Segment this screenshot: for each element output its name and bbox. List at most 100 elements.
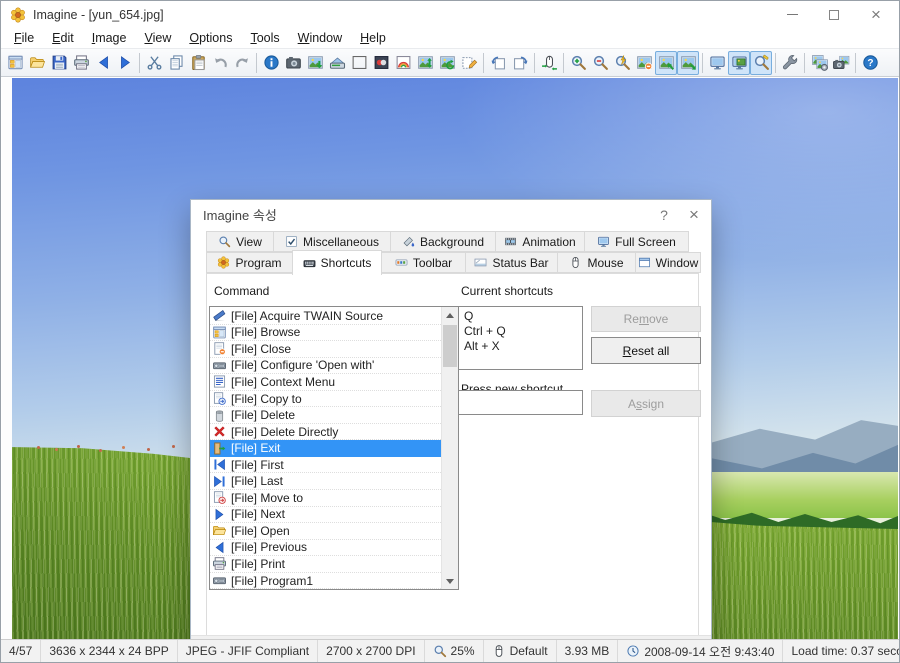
zoom-custom-button[interactable] — [611, 51, 633, 75]
shortcut-item[interactable]: Ctrl + Q — [464, 324, 577, 339]
minimize-button[interactable] — [771, 1, 813, 28]
menu-window[interactable]: Window — [289, 29, 351, 47]
menu-options[interactable]: Options — [180, 29, 241, 47]
new-shortcut-input[interactable] — [458, 390, 583, 415]
open-button[interactable] — [26, 51, 48, 75]
command-list[interactable]: [File] Acquire TWAIN Source[File] Browse… — [209, 306, 459, 590]
tab-full-screen[interactable]: Full Screen — [584, 231, 689, 252]
scrollbar-thumb[interactable] — [443, 325, 457, 367]
fit-window-button[interactable] — [633, 51, 655, 75]
copyto-icon — [212, 391, 227, 406]
command-item[interactable]: [File] Context Menu — [210, 374, 441, 391]
close-button[interactable]: × — [855, 1, 897, 28]
fit-to-screen-button[interactable] — [655, 51, 677, 75]
command-item[interactable]: [File] Last — [210, 473, 441, 490]
menu-tools[interactable]: Tools — [241, 29, 288, 47]
next-button[interactable] — [114, 51, 136, 75]
batch-rename-button[interactable] — [458, 51, 480, 75]
tab-shortcuts[interactable]: Shortcuts — [292, 250, 382, 275]
image-info-button[interactable] — [260, 51, 282, 75]
shortcut-item[interactable]: Q — [464, 309, 577, 324]
paste-button[interactable] — [187, 51, 209, 75]
scroll-up-button[interactable] — [442, 307, 458, 323]
cut-button[interactable] — [143, 51, 165, 75]
mouse-icon — [569, 256, 582, 269]
resize-image-button[interactable] — [414, 51, 436, 75]
current-shortcuts-list[interactable]: QCtrl + QAlt + X — [458, 306, 583, 370]
first-icon — [212, 457, 227, 472]
menu-view[interactable]: View — [135, 29, 180, 47]
copy-button[interactable] — [165, 51, 187, 75]
tab-view[interactable]: View — [206, 231, 274, 252]
tab-label: Window — [656, 256, 699, 270]
batch-convert-button[interactable] — [808, 51, 830, 75]
rename-icon — [461, 54, 478, 71]
scroll-down-button[interactable] — [442, 573, 458, 589]
menu-file[interactable]: File — [5, 29, 43, 47]
help-button[interactable] — [859, 51, 881, 75]
full-screen-button[interactable] — [706, 51, 728, 75]
command-item[interactable]: [File] Program1 — [210, 573, 441, 589]
rotate-left-button[interactable] — [487, 51, 509, 75]
command-item[interactable]: [File] Next — [210, 507, 441, 524]
menu-image[interactable]: Image — [83, 29, 136, 47]
magnifier-icon — [433, 644, 447, 658]
menu-help[interactable]: Help — [351, 29, 395, 47]
tab-mouse[interactable]: Mouse — [557, 252, 636, 273]
export-image-button[interactable] — [304, 51, 326, 75]
grayscale-button[interactable] — [348, 51, 370, 75]
undo-button[interactable] — [209, 51, 231, 75]
acquire-scan-button[interactable] — [326, 51, 348, 75]
shrink-to-fit-button[interactable] — [728, 51, 750, 75]
zoom-out-button[interactable] — [589, 51, 611, 75]
tab-toolbar[interactable]: Toolbar — [381, 252, 466, 273]
adjust-colors-button[interactable] — [370, 51, 392, 75]
shortcut-item[interactable]: Alt + X — [464, 339, 577, 354]
tab-status-bar[interactable]: Status Bar — [465, 252, 558, 273]
tab-background[interactable]: Background — [390, 231, 496, 252]
command-item[interactable]: [File] Delete Directly — [210, 424, 441, 441]
remove-button[interactable]: Remove — [591, 306, 701, 332]
save-button[interactable] — [48, 51, 70, 75]
command-item[interactable]: [File] Browse — [210, 325, 441, 342]
command-scrollbar[interactable] — [441, 307, 458, 589]
tab-miscellaneous[interactable]: Miscellaneous — [273, 231, 391, 252]
command-item[interactable]: [File] Close — [210, 341, 441, 358]
command-item[interactable]: [File] Acquire TWAIN Source — [210, 308, 441, 325]
menu-edit[interactable]: Edit — [43, 29, 83, 47]
command-item[interactable]: [File] Open — [210, 523, 441, 540]
browse-button[interactable] — [4, 51, 26, 75]
command-item[interactable]: [File] First — [210, 457, 441, 474]
pan-tool-button[interactable] — [538, 51, 560, 75]
rotate-right-button[interactable] — [509, 51, 531, 75]
command-item[interactable]: [File] Delete — [210, 407, 441, 424]
previous-button[interactable] — [92, 51, 114, 75]
assign-button[interactable]: Assign — [591, 390, 701, 417]
exif-info-button[interactable] — [282, 51, 304, 75]
print-button[interactable] — [70, 51, 92, 75]
command-item[interactable]: [File] Move to — [210, 490, 441, 507]
dialog-close-button[interactable]: × — [679, 200, 709, 229]
fit-large-only-button[interactable] — [677, 51, 699, 75]
command-item[interactable]: [File] Previous — [210, 540, 441, 557]
scroll-down-icon — [446, 579, 454, 588]
command-item[interactable]: [File] Copy to — [210, 391, 441, 408]
tab-animation[interactable]: Animation — [495, 231, 585, 252]
convert-image-button[interactable] — [436, 51, 458, 75]
zoom-in-button[interactable] — [567, 51, 589, 75]
tab-program[interactable]: Program — [206, 252, 293, 273]
screen-capture-button[interactable] — [830, 51, 852, 75]
color-palette-button[interactable] — [392, 51, 414, 75]
options-button[interactable] — [779, 51, 801, 75]
lock-zoom-button[interactable] — [750, 51, 772, 75]
tab-window[interactable]: Window — [635, 252, 701, 273]
command-item[interactable]: [File] Exit — [210, 440, 441, 457]
redo-button[interactable] — [231, 51, 253, 75]
maximize-button[interactable] — [813, 1, 855, 28]
fit-in-icon — [658, 54, 675, 71]
dialog-help-button[interactable]: ? — [649, 200, 679, 229]
command-item[interactable]: [File] Print — [210, 556, 441, 573]
reset-all-button[interactable]: Reset all — [591, 337, 701, 364]
command-item[interactable]: [File] Configure 'Open with' — [210, 358, 441, 375]
photo-flowers — [37, 446, 40, 449]
